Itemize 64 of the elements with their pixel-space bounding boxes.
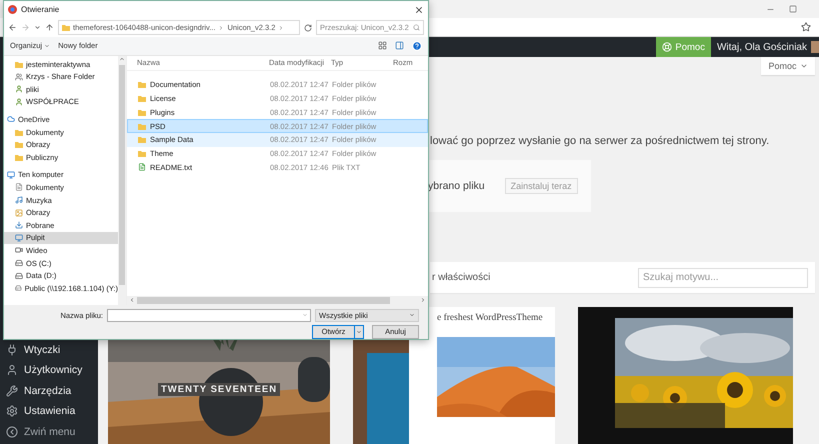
text-file-icon <box>138 163 146 172</box>
search-icon <box>413 24 420 32</box>
caret-icon <box>409 312 415 318</box>
chevron-icon[interactable] <box>278 24 284 31</box>
caret-icon <box>302 312 308 318</box>
folder-icon <box>62 24 70 32</box>
back-icon[interactable] <box>8 23 17 32</box>
scrollbar-thumb[interactable] <box>119 64 125 285</box>
people-icon <box>15 72 23 81</box>
scrollbar-thumb[interactable] <box>137 296 390 304</box>
app-icon <box>8 5 17 14</box>
scroll-left-icon[interactable] <box>129 297 135 304</box>
dialog-title: Otwieranie <box>21 5 60 14</box>
forward-icon[interactable] <box>21 23 30 32</box>
greeting[interactable]: Witaj, Ola Gościniak <box>710 37 811 57</box>
monitor-icon <box>7 170 15 179</box>
help-tab[interactable]: Pomoc <box>761 57 815 75</box>
chevron-icon[interactable] <box>218 24 224 31</box>
sidebar-item[interactable]: Narzędzia <box>0 380 98 401</box>
preview-pane-icon[interactable] <box>395 41 404 50</box>
caret-icon <box>44 42 50 49</box>
music-icon <box>15 196 23 204</box>
theme-title: TWENTY SEVENTEEN <box>158 383 280 396</box>
file-status: ybrano pliku <box>428 180 485 192</box>
bookmark-star-icon[interactable] <box>801 22 811 32</box>
wrench-icon <box>6 384 18 397</box>
theme-search-field[interactable]: Szukaj motywu... <box>638 268 808 288</box>
download-icon <box>15 221 23 230</box>
caret-icon[interactable] <box>356 328 362 335</box>
drive-icon <box>15 284 22 292</box>
history-icon[interactable] <box>34 24 41 32</box>
close-icon[interactable] <box>414 4 424 15</box>
image-icon <box>15 208 23 217</box>
upload-description: lować go poprzez wysłanie go na serwer za pośrednictwem tej strony. <box>430 135 770 147</box>
cloud-icon <box>7 115 15 124</box>
plug-icon <box>6 344 18 356</box>
drive-icon <box>15 272 23 280</box>
theme-card[interactable] <box>578 307 793 444</box>
refresh-icon[interactable] <box>304 24 312 32</box>
person-icon <box>15 85 23 94</box>
video-icon <box>15 246 23 254</box>
person-icon <box>15 98 23 106</box>
drive-icon <box>15 259 23 268</box>
scroll-up-icon[interactable] <box>119 56 125 62</box>
sidebar-item[interactable]: Wtyczki <box>0 340 98 360</box>
help-icon[interactable] <box>412 40 422 51</box>
filter-link[interactable]: r właściwości <box>432 272 490 283</box>
maximize-icon[interactable] <box>789 5 797 13</box>
person-icon <box>6 364 18 376</box>
gear-icon <box>6 405 18 418</box>
up-icon[interactable] <box>45 23 54 32</box>
folder-icon <box>15 60 23 68</box>
collapse-icon <box>6 426 18 438</box>
caret-icon <box>800 62 808 70</box>
filename-field[interactable] <box>107 308 311 322</box>
theme-heading: e freshest WordPressTheme <box>437 313 544 323</box>
scroll-right-icon[interactable] <box>420 297 426 304</box>
document-icon <box>15 183 23 192</box>
sidebar-item[interactable]: Użytkownicy <box>0 360 98 380</box>
monitor-icon <box>15 234 23 242</box>
sidebar-item[interactable]: Zwiń menu <box>0 422 98 442</box>
view-icon[interactable] <box>378 41 387 50</box>
lifebuoy-icon <box>662 42 672 52</box>
sidebar-item[interactable]: Ustawienia <box>0 401 98 422</box>
